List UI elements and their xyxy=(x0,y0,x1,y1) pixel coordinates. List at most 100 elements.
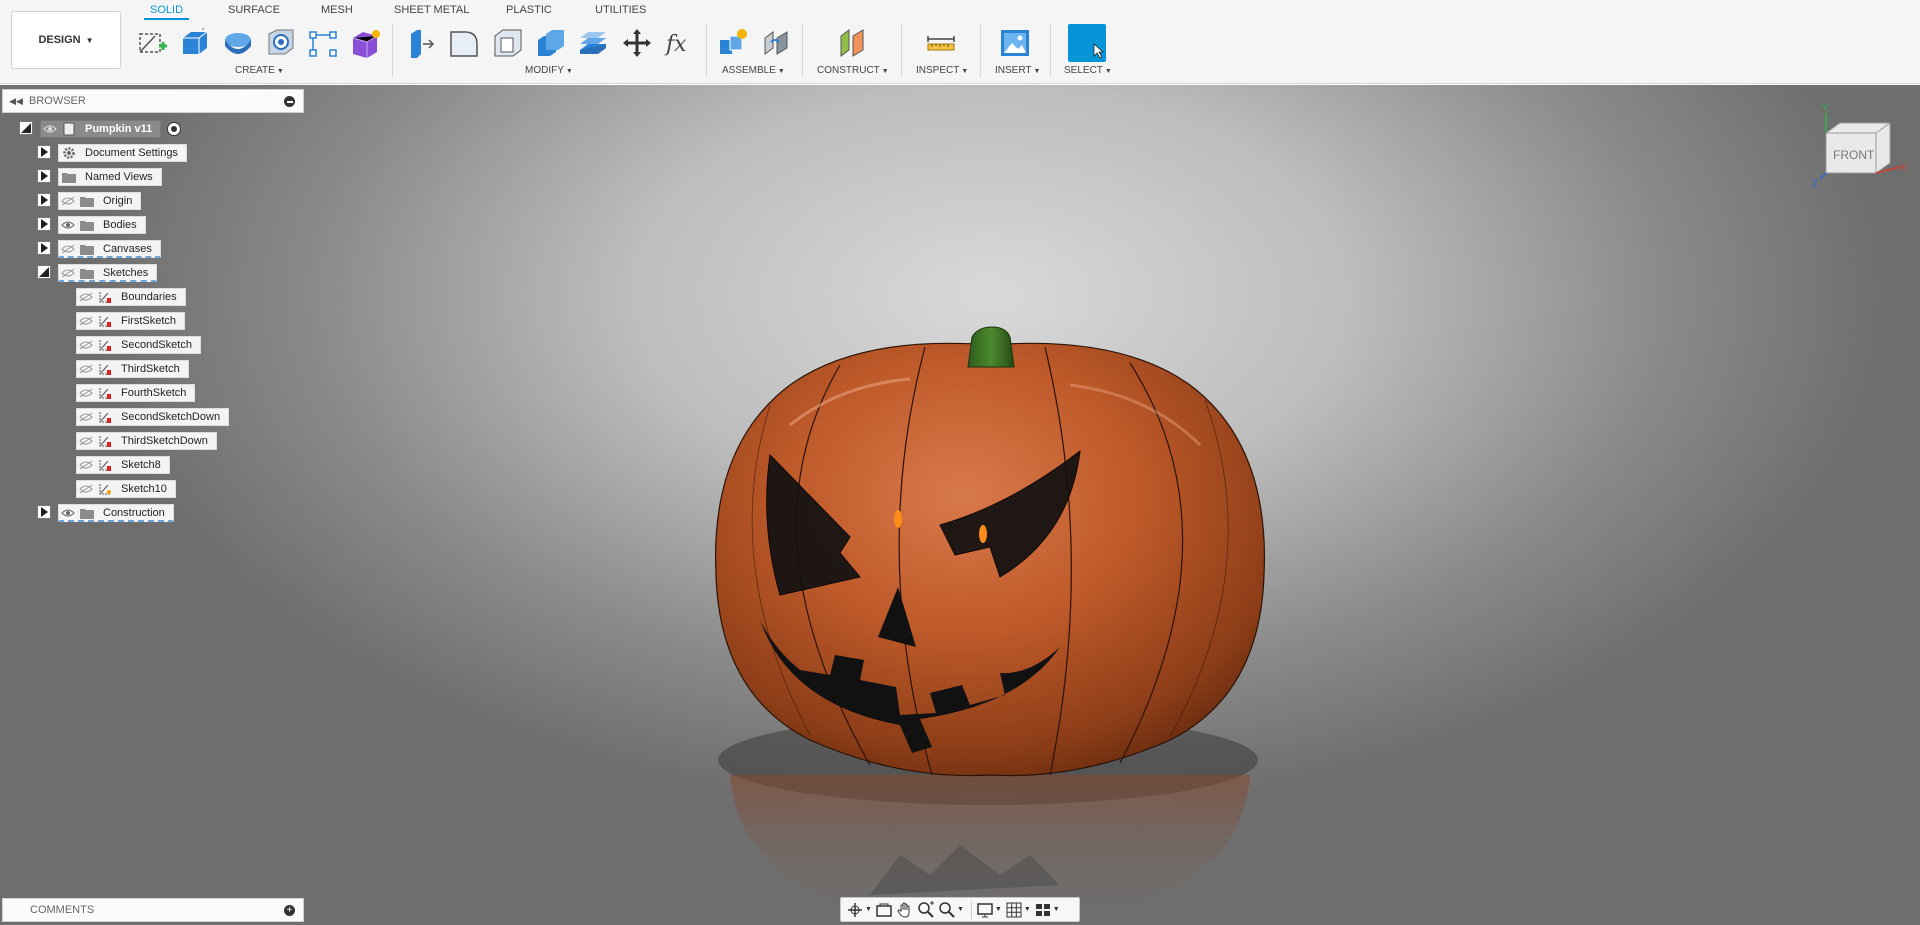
visibility-eye-icon[interactable] xyxy=(59,505,77,521)
folder-icon xyxy=(77,193,97,209)
tab-sheet-metal[interactable]: SHEET METAL xyxy=(388,4,475,20)
tree-item-label: Construction xyxy=(103,506,165,519)
expand-icon[interactable] xyxy=(37,193,51,207)
visibility-eye-icon[interactable] xyxy=(77,457,95,473)
visibility-eye-icon[interactable] xyxy=(59,217,77,233)
add-comment-icon[interactable]: + xyxy=(284,905,295,916)
sketch-item-secondsketchdown[interactable]: SecondSketchDown xyxy=(76,408,230,426)
expand-icon[interactable] xyxy=(37,241,51,255)
tree-item-origin[interactable]: Origin xyxy=(58,192,142,210)
collapse-root-icon[interactable] xyxy=(19,121,33,135)
offset-face-icon[interactable] xyxy=(575,25,611,61)
comments-panel[interactable]: COMMENTS + xyxy=(2,898,304,922)
tab-mesh[interactable]: MESH xyxy=(315,4,359,20)
tree-item-label: Canvases xyxy=(103,242,152,255)
3d-viewport[interactable]: FRONT Y X Z xyxy=(0,85,1920,925)
fit-button[interactable]: ▼ xyxy=(938,900,964,920)
zoom-button[interactable] xyxy=(917,900,935,920)
insert-image-icon[interactable] xyxy=(997,25,1033,61)
sketch-item-thirdsketch[interactable]: ThirdSketch xyxy=(76,360,189,378)
measure-icon[interactable] xyxy=(923,25,959,61)
view-cube[interactable]: FRONT Y X Z xyxy=(1800,99,1910,189)
tree-item-construction[interactable]: Construction xyxy=(58,504,174,522)
visibility-eye-icon[interactable] xyxy=(59,241,77,257)
expand-icon[interactable] xyxy=(37,217,51,231)
visibility-eye-icon[interactable] xyxy=(77,481,95,497)
fillet-icon[interactable] xyxy=(446,25,482,61)
workspace-switcher-button[interactable]: DESIGN ▼ xyxy=(11,11,121,69)
sketch-item-thirdsketchdown[interactable]: ThirdSketchDown xyxy=(76,432,217,450)
press-pull-icon[interactable] xyxy=(402,25,438,61)
expand-icon[interactable] xyxy=(37,505,51,519)
offset-plane-icon[interactable] xyxy=(834,25,870,61)
pattern-icon[interactable] xyxy=(305,25,341,61)
pumpkin-model[interactable] xyxy=(700,275,1280,915)
tree-item-label: Document Settings xyxy=(85,147,178,159)
expand-icon[interactable] xyxy=(37,145,51,159)
display-settings-button[interactable]: ▼ xyxy=(976,900,1002,920)
visibility-eye-icon[interactable] xyxy=(77,337,95,353)
tree-item-document-settings[interactable]: Document Settings xyxy=(58,144,187,162)
visibility-eye-icon[interactable] xyxy=(77,385,95,401)
collapse-icon[interactable] xyxy=(37,265,51,279)
sketch-item-sketch8[interactable]: Sketch8 xyxy=(76,456,170,474)
change-parameters-icon[interactable]: fx xyxy=(662,25,698,61)
visibility-eye-icon[interactable] xyxy=(77,361,95,377)
tab-solid[interactable]: SOLID xyxy=(144,4,190,20)
new-component-icon[interactable] xyxy=(715,25,751,61)
insert-menu[interactable]: INSERT ▼ xyxy=(995,65,1040,76)
move-copy-icon[interactable] xyxy=(619,25,655,61)
sketch-item-fourthsketch[interactable]: FourthSketch xyxy=(76,384,196,402)
tree-item-named-views[interactable]: Named Views xyxy=(58,168,162,186)
sketch-label: SecondSketch xyxy=(121,339,192,351)
shell-icon[interactable] xyxy=(490,25,526,61)
sketch-item-sketch10[interactable]: Sketch10 xyxy=(76,480,176,498)
minimize-panel-icon[interactable] xyxy=(284,96,295,107)
joint-icon[interactable] xyxy=(758,25,794,61)
viewports-button[interactable]: ▼ xyxy=(1034,900,1060,920)
grid-settings-button[interactable]: ▼ xyxy=(1005,900,1031,920)
create-menu[interactable]: CREATE ▼ xyxy=(235,65,284,76)
modify-menu[interactable]: MODIFY ▼ xyxy=(525,65,573,76)
tab-utilities[interactable]: UTILITIES xyxy=(589,4,652,20)
select-menu-label: SELECT xyxy=(1064,65,1103,76)
visibility-eye-icon[interactable] xyxy=(59,193,77,209)
tree-root-node[interactable]: Pumpkin v11 xyxy=(40,120,182,138)
zoom-icon xyxy=(918,900,934,918)
select-menu[interactable]: SELECT ▼ xyxy=(1064,65,1112,76)
hole-icon[interactable] xyxy=(262,25,298,61)
look-at-button[interactable] xyxy=(875,900,893,920)
tab-surface[interactable]: SURFACE xyxy=(222,4,286,20)
construct-menu[interactable]: CONSTRUCT ▼ xyxy=(817,65,889,76)
toolbar-divider xyxy=(392,24,393,78)
collapse-panel-icon[interactable]: ◀◀ xyxy=(7,96,25,107)
visibility-eye-icon[interactable] xyxy=(77,313,95,329)
pan-button[interactable] xyxy=(896,900,914,920)
create-sketch-icon[interactable] xyxy=(134,25,170,61)
sketch-item-secondsketch[interactable]: SecondSketch xyxy=(76,336,201,354)
revolve-icon[interactable] xyxy=(220,25,256,61)
sketch-item-boundaries[interactable]: Boundaries xyxy=(76,288,186,306)
tab-plastic[interactable]: PLASTIC xyxy=(500,4,558,20)
navigation-bar: ▼ ▼ ▼ ▼ ▼ xyxy=(840,897,1080,922)
visibility-eye-icon[interactable] xyxy=(59,265,77,281)
tree-item-sketches[interactable]: Sketches xyxy=(58,264,158,282)
activate-component-icon[interactable] xyxy=(167,122,182,136)
select-icon[interactable] xyxy=(1068,24,1106,62)
expand-icon[interactable] xyxy=(37,169,51,183)
visibility-eye-icon[interactable] xyxy=(77,433,95,449)
tree-item-canvases[interactable]: Canvases xyxy=(58,240,161,258)
create-form-icon[interactable] xyxy=(348,25,384,61)
orbit-button[interactable]: ▼ xyxy=(846,900,872,920)
tree-item-bodies[interactable]: Bodies xyxy=(58,216,146,234)
extrude-icon[interactable] xyxy=(176,25,212,61)
inspect-menu[interactable]: INSPECT ▼ xyxy=(916,65,968,76)
visibility-eye-icon[interactable] xyxy=(41,121,59,137)
combine-icon[interactable] xyxy=(533,25,569,61)
sketch-icon xyxy=(95,385,115,401)
assemble-menu[interactable]: ASSEMBLE ▼ xyxy=(722,65,785,76)
visibility-eye-icon[interactable] xyxy=(77,289,95,305)
visibility-eye-icon[interactable] xyxy=(77,409,95,425)
toolbar-divider xyxy=(980,24,981,78)
sketch-item-firstsketch[interactable]: FirstSketch xyxy=(76,312,186,330)
